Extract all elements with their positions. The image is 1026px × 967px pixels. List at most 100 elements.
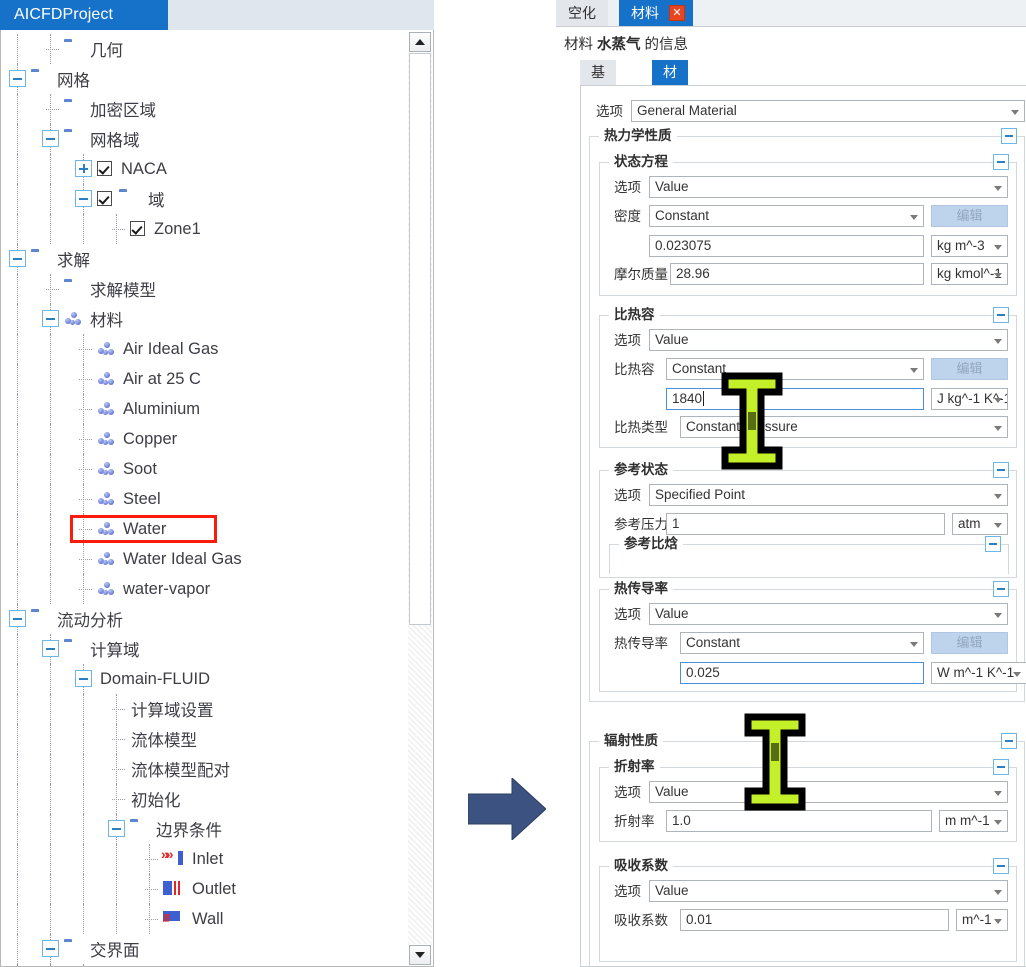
tree-collapse-icon[interactable] xyxy=(9,250,26,267)
tree-item-边界条件[interactable]: 边界条件 xyxy=(1,814,405,844)
tree-item-Water[interactable]: Water xyxy=(1,514,405,544)
absorption-option-combo[interactable]: Value xyxy=(649,880,1008,902)
chevron-down-icon[interactable] xyxy=(991,330,1007,350)
tree-item-材料[interactable]: 材料 xyxy=(1,304,405,334)
tree-item-Water Ideal Gas[interactable]: Water Ideal Gas xyxy=(1,544,405,574)
tree-item-Outlet[interactable]: Outlet xyxy=(1,874,405,904)
tree-item-加密区域[interactable]: 加密区域 xyxy=(1,94,405,124)
collapse-toggle-reference-state[interactable] xyxy=(993,462,1009,478)
tree-item-求解模型[interactable]: 求解模型 xyxy=(1,274,405,304)
tree-item-域[interactable]: 域 xyxy=(1,184,405,214)
tree-item-网格[interactable]: 网格 xyxy=(1,64,405,94)
cp-method-combo[interactable]: Constant xyxy=(666,358,924,380)
scroll-down-button[interactable] xyxy=(409,945,431,965)
density-value-input[interactable]: 0.023075 xyxy=(649,235,924,257)
tree-expand-icon[interactable] xyxy=(75,160,92,177)
k-value-input[interactable]: 0.025 xyxy=(680,662,924,684)
ref-pressure-input[interactable]: 1 xyxy=(666,513,945,535)
tree-item-交界面[interactable]: 交界面 xyxy=(1,934,405,964)
tree-item-Zone1[interactable]: Zone1 xyxy=(1,214,405,244)
scroll-up-button[interactable] xyxy=(409,32,431,52)
refraction-unit-combo[interactable]: m m^-1 xyxy=(939,810,1008,832)
checkbox-icon[interactable] xyxy=(97,191,112,206)
chevron-down-icon[interactable] xyxy=(991,881,1007,901)
scrollbar-thumb[interactable] xyxy=(409,53,431,625)
chevron-down-icon[interactable] xyxy=(991,417,1007,437)
project-title-tab[interactable]: AICFDProject xyxy=(0,0,168,30)
tab-material-properties[interactable]: 材料特性 xyxy=(652,60,688,155)
chevron-down-icon[interactable] xyxy=(991,782,1007,802)
tree-item-流体模型配对[interactable]: 流体模型配对 xyxy=(1,754,405,784)
chevron-down-icon[interactable] xyxy=(991,264,1007,284)
tree-collapse-icon[interactable] xyxy=(42,940,59,957)
tree-item-Air at 25 C[interactable]: Air at 25 C xyxy=(1,364,405,394)
general-material-combo[interactable]: General Material xyxy=(631,100,1025,122)
density-unit-combo[interactable]: kg m^-3 xyxy=(931,235,1008,257)
collapse-toggle-thermal-conductivity[interactable] xyxy=(993,581,1009,597)
collapse-toggle-refractive-index[interactable] xyxy=(993,759,1009,775)
tree-collapse-icon[interactable] xyxy=(42,130,59,147)
molar-mass-unit-combo[interactable]: kg kmol^-1 xyxy=(931,263,1008,285)
cp-unit-combo[interactable]: J kg^-1 K^-1 xyxy=(931,388,1008,410)
tree-item-Wall[interactable]: Wall xyxy=(1,904,405,934)
tree-scrollbar[interactable] xyxy=(408,31,432,966)
tree-collapse-icon[interactable] xyxy=(108,820,125,837)
tab-material[interactable]: 材料 ✕ xyxy=(619,0,693,26)
tree-collapse-icon[interactable] xyxy=(75,670,92,687)
chevron-down-icon[interactable] xyxy=(907,206,923,226)
collapse-toggle-eos[interactable] xyxy=(993,154,1009,170)
tree-collapse-icon[interactable] xyxy=(42,640,59,657)
chevron-down-icon[interactable] xyxy=(991,389,1007,409)
tree-item-网格域[interactable]: 网格域 xyxy=(1,124,405,154)
tree-item-初始化[interactable]: 初始化 xyxy=(1,784,405,814)
k-option-combo[interactable]: Value xyxy=(649,603,1008,625)
cp-edit-button[interactable]: 编辑 xyxy=(931,358,1008,380)
chevron-down-icon[interactable] xyxy=(991,177,1007,197)
refraction-option-combo[interactable]: Value xyxy=(649,781,1008,803)
tree-item-water-vapor[interactable]: water-vapor xyxy=(1,574,405,604)
collapse-toggle-absorption[interactable] xyxy=(993,858,1009,874)
tree-item-流体模型[interactable]: 流体模型 xyxy=(1,724,405,754)
refstate-option-combo[interactable]: Specified Point xyxy=(649,484,1008,506)
close-icon[interactable]: ✕ xyxy=(669,5,685,21)
tree-item-求解[interactable]: 求解 xyxy=(1,244,405,274)
tab-cavitation[interactable]: 空化 xyxy=(556,0,608,26)
k-unit-combo[interactable]: W m^-1 K^-1 xyxy=(931,662,1026,684)
tree-item-计算域[interactable]: 计算域 xyxy=(1,634,405,664)
checkbox-icon[interactable] xyxy=(130,221,145,236)
density-method-combo[interactable]: Constant xyxy=(649,205,924,227)
collapse-toggle-radiation[interactable] xyxy=(1001,733,1017,749)
ref-pressure-unit-combo[interactable]: atm xyxy=(952,513,1008,535)
chevron-down-icon[interactable] xyxy=(991,514,1007,534)
tree-item-计算域设置[interactable]: 计算域设置 xyxy=(1,694,405,724)
chevron-down-icon[interactable] xyxy=(991,604,1007,624)
absorption-value-input[interactable]: 0.01 xyxy=(680,909,949,931)
collapse-toggle-specific-heat[interactable] xyxy=(993,307,1009,323)
chevron-down-icon[interactable] xyxy=(1008,101,1024,121)
density-edit-button[interactable]: 编辑 xyxy=(931,205,1008,227)
tree-collapse-icon[interactable] xyxy=(9,610,26,627)
eos-option-combo[interactable]: Value xyxy=(649,176,1008,198)
tree-item-Inlet[interactable]: Inlet xyxy=(1,844,405,874)
tree-item-NACA[interactable]: NACA xyxy=(1,154,405,184)
chevron-down-icon[interactable] xyxy=(991,236,1007,256)
tree-item-几何[interactable]: 几何 xyxy=(1,34,405,64)
chevron-down-icon[interactable] xyxy=(991,485,1007,505)
tree-collapse-icon[interactable] xyxy=(9,70,26,87)
collapse-toggle-reference-enthalpy[interactable] xyxy=(985,536,1001,552)
chevron-down-icon[interactable] xyxy=(991,910,1007,930)
molar-mass-input[interactable]: 28.96 xyxy=(670,263,924,285)
cp-option-combo[interactable]: Value xyxy=(649,329,1008,351)
chevron-down-icon[interactable] xyxy=(991,811,1007,831)
cp-value-input[interactable]: 1840 xyxy=(666,388,924,410)
tree-item-Domain-FLUID[interactable]: Domain-FLUID xyxy=(1,664,405,694)
tree-collapse-icon[interactable] xyxy=(75,190,92,207)
collapse-toggle-thermodynamic[interactable] xyxy=(1001,128,1017,144)
tab-basic-settings[interactable]: 基本设置 xyxy=(580,60,616,155)
absorption-unit-combo[interactable]: m^-1 xyxy=(956,909,1008,931)
chevron-down-icon[interactable] xyxy=(1010,663,1026,683)
tree-item-流动分析[interactable]: 流动分析 xyxy=(1,604,405,634)
refraction-value-input[interactable]: 1.0 xyxy=(666,810,932,832)
k-edit-button[interactable]: 编辑 xyxy=(931,632,1008,654)
tree-collapse-icon[interactable] xyxy=(42,310,59,327)
